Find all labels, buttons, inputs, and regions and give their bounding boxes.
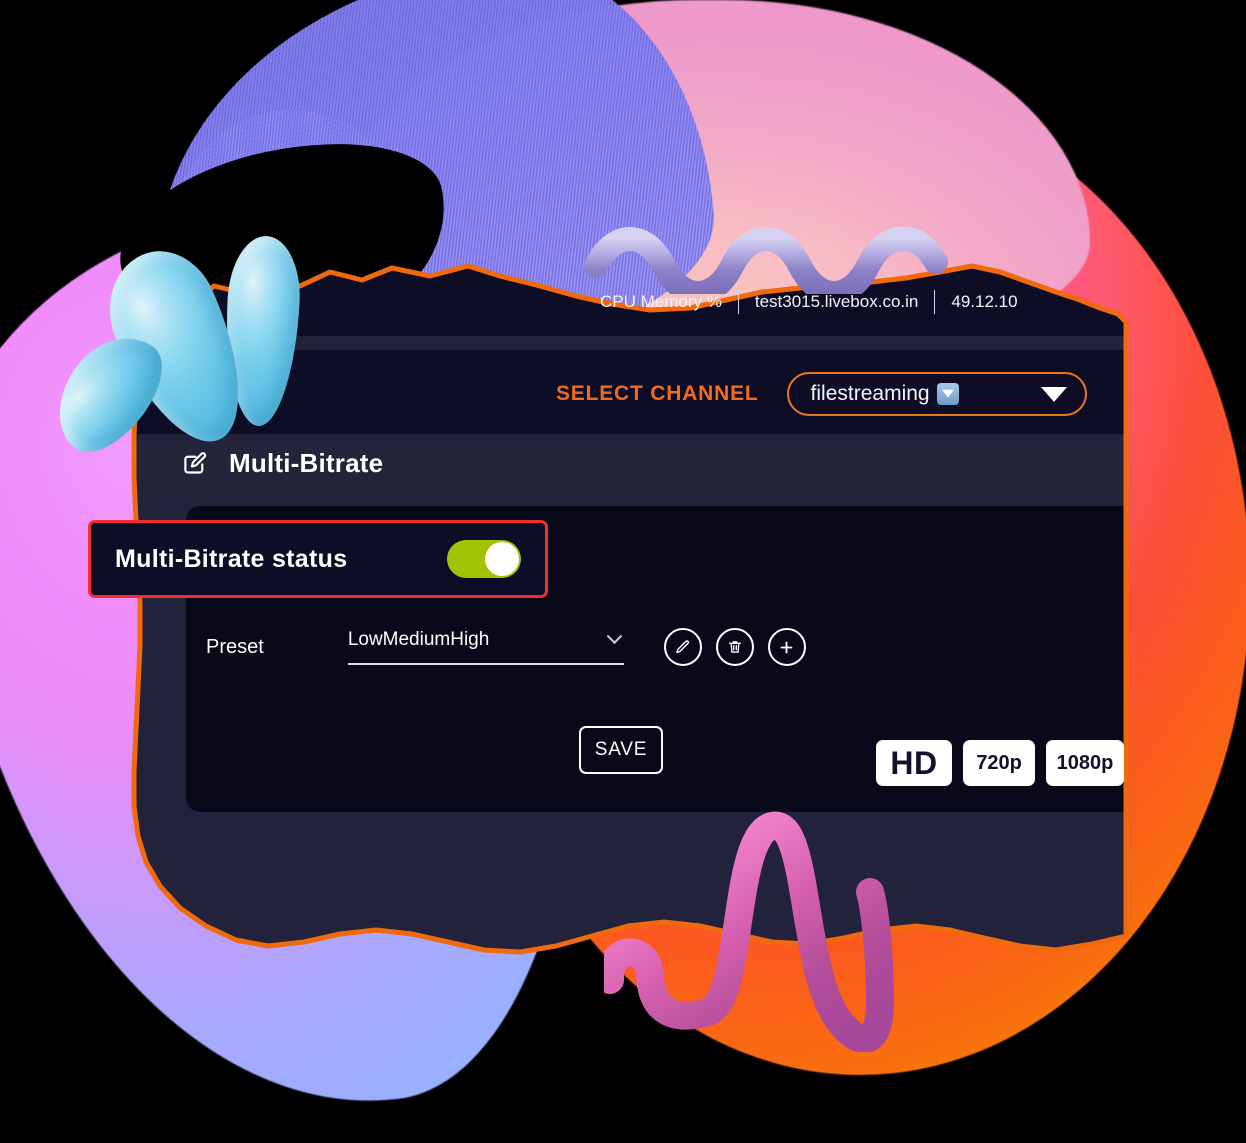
pencil-icon — [676, 639, 690, 653]
chevron-down-icon[interactable] — [1040, 386, 1067, 402]
preset-actions — [650, 628, 806, 666]
save-button[interactable]: SAVE — [579, 726, 663, 774]
quality-badge-1080p[interactable]: 1080p — [1046, 740, 1124, 786]
toggle-knob — [485, 542, 519, 576]
quality-badges: HD 720p 1080p — [876, 740, 1124, 786]
screenshot-canvas: CPU Memory % test3015.livebox.co.in 49.1… — [0, 0, 1246, 1143]
select-channel-label: SELECT CHANNEL — [556, 382, 759, 405]
quality-badge-hd[interactable]: HD — [876, 740, 952, 786]
chevron-down-icon[interactable] — [606, 627, 623, 644]
add-preset-button[interactable] — [767, 628, 806, 666]
page-title: Multi-Bitrate — [229, 448, 384, 478]
status-bar-band — [134, 266, 1126, 336]
edit-preset-button[interactable] — [663, 628, 702, 666]
multi-bitrate-status-strip: Multi-Bitrate status — [88, 520, 548, 598]
channel-select-value: filestreaming — [810, 382, 930, 405]
edit-square-icon[interactable] — [182, 450, 209, 477]
status-separator-1 — [737, 290, 739, 314]
plus-icon — [780, 641, 793, 653]
preset-select[interactable]: LowMediumHigh — [347, 627, 624, 665]
preset-row: Preset LowMediumHigh — [206, 627, 914, 666]
multi-bitrate-status-label: Multi-Bitrate status — [115, 544, 348, 573]
status-ip: 49.12.10 — [951, 292, 1018, 311]
blue-select-arrow-icon — [936, 383, 959, 405]
preset-select-value: LowMediumHigh — [347, 629, 490, 650]
section-title-row: Multi-Bitrate — [182, 448, 383, 479]
status-host: test3015.livebox.co.in — [754, 292, 919, 311]
status-bar: CPU Memory % test3015.livebox.co.in 49.1… — [600, 290, 1018, 314]
status-metrics: CPU Memory % — [600, 292, 722, 311]
band-divider — [134, 336, 1126, 350]
preset-label: Preset — [206, 635, 264, 658]
channel-select[interactable]: filestreaming — [786, 372, 1087, 416]
delete-preset-button[interactable] — [715, 628, 754, 666]
select-channel-row: SELECT CHANNEL filestreaming — [556, 372, 1087, 416]
multi-bitrate-status-toggle[interactable] — [447, 540, 521, 578]
trash-icon — [728, 641, 741, 653]
status-separator-2 — [934, 290, 936, 314]
quality-badge-720p[interactable]: 720p — [963, 740, 1035, 786]
